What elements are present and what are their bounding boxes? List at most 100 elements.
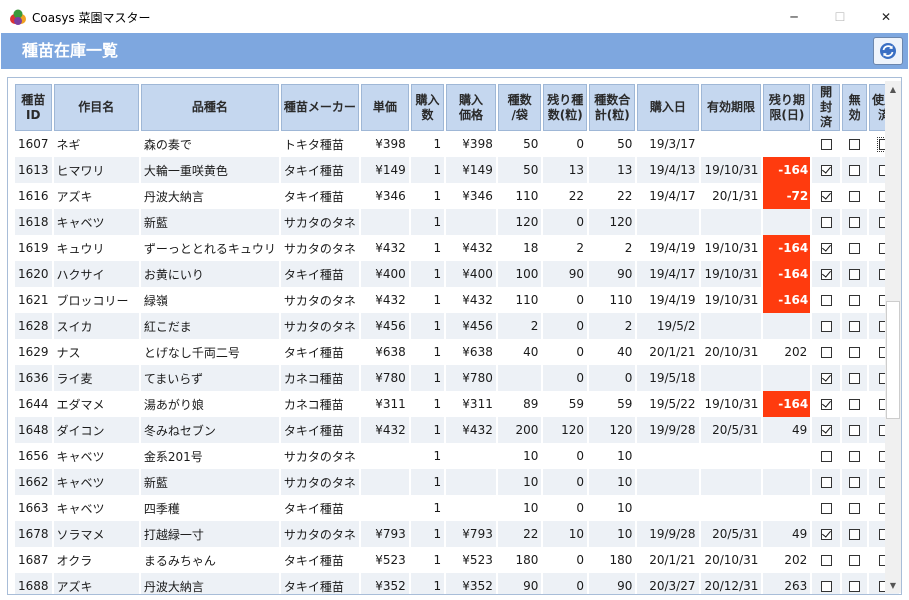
opened-checkbox[interactable] [820,321,832,332]
column-header[interactable]: 残り種 数(粒) [543,84,588,131]
column-header[interactable]: 有効期限 [700,84,762,131]
table-row[interactable]: 1616 アズキ 丹波大納言 タキイ種苗 ¥346 1 ¥346 110 22 22 19/4/17… [15,183,899,209]
invalid-checkbox[interactable] [849,529,861,540]
invalid-checkbox[interactable] [849,191,861,202]
vertical-scrollbar[interactable]: ▲ ▼ [885,81,901,593]
column-header[interactable]: 購入 数 [410,84,445,131]
column-header[interactable]: 単価 [360,84,409,131]
opened-checkbox[interactable] [820,477,832,488]
table-row[interactable]: 1636 ライ麦 てまいらず カネコ種苗 ¥780 1 ¥780 0 0 19/5/18 [15,365,899,391]
column-header[interactable]: 残り期 限(日) [763,84,811,131]
minimize-button[interactable]: ─ [771,0,817,33]
cell-invalid [842,131,867,157]
column-header[interactable]: 種苗 ID [15,84,52,131]
cell-days-left: 263 [763,573,811,594]
cell-seeds-per-bag: 180 [515,553,539,567]
cell-expiry-date: 20/10/31 [704,345,759,359]
opened-checkbox[interactable] [820,347,832,358]
opened-checkbox[interactable] [820,295,832,306]
column-header[interactable]: 種数合 計(粒) [589,84,636,131]
cell-cost [446,443,496,469]
invalid-checkbox[interactable] [849,321,861,332]
opened-checkbox[interactable] [820,399,832,410]
opened-checkbox[interactable] [820,165,832,176]
invalid-checkbox[interactable] [849,217,861,228]
cell-expiry-date: 20/1/31 [712,189,759,203]
table-row[interactable]: 1687 オクラ まるみちゃん タキイ種苗 ¥523 1 ¥523 180 0 180 20/1/2… [15,547,899,573]
invalid-checkbox[interactable] [849,243,861,254]
table-row[interactable]: 1656 キャベツ 金系201号 サカタのタネ 1 10 0 10 [15,443,899,469]
cell-variety: 緑嶺 [143,293,168,308]
table-row[interactable]: 1618 キャベツ 新藍 サカタのタネ 1 120 0 120 [15,209,899,235]
scroll-up-icon[interactable]: ▲ [885,81,901,97]
invalid-checkbox[interactable] [849,399,861,410]
invalid-checkbox[interactable] [849,373,861,384]
invalid-checkbox[interactable] [849,555,861,566]
cell-cost: ¥432 [462,293,493,307]
table-row[interactable]: 1678 ソラマメ 打越緑一寸 サカタのタネ ¥793 1 ¥793 22 10 10 19/9/2… [15,521,899,547]
invalid-checkbox[interactable] [849,269,861,280]
invalid-checkbox[interactable] [849,477,861,488]
opened-checkbox[interactable] [820,581,832,592]
cell-invalid [842,469,868,495]
invalid-checkbox[interactable] [849,425,861,436]
cell-remaining-seeds: 10 [543,521,588,547]
column-header[interactable]: 購入 価格 [446,84,496,131]
cell-crop: ナス [56,345,81,360]
invalid-checkbox[interactable] [849,581,861,592]
column-header[interactable]: 種苗メーカー [280,84,359,131]
cell-remaining-seeds: 0 [543,209,588,235]
opened-checkbox[interactable] [820,191,832,202]
table-row[interactable]: 1607 ネギ 森の奏で トキタ種苗 ¥398 1 ¥398 50 0 50 19/3/17 [15,131,899,157]
opened-checkbox[interactable] [820,451,832,462]
close-button[interactable]: ✕ [863,0,909,33]
cell-total-seeds: 90 [589,261,636,287]
opened-checkbox[interactable] [820,529,832,540]
invalid-checkbox[interactable] [849,503,861,514]
column-header[interactable]: 種数 /袋 [497,84,542,131]
table-row[interactable]: 1688 アズキ 丹波大納言 タキイ種苗 ¥352 1 ¥352 90 0 90 20/3/27 20… [15,573,899,594]
cell-purchase-date [637,469,699,495]
opened-checkbox[interactable] [820,503,832,514]
cell-purchase-date: 19/9/28 [637,417,699,443]
opened-checkbox[interactable] [820,555,832,566]
column-header[interactable]: 品種名 [140,84,279,131]
opened-checkbox[interactable] [820,217,832,228]
scroll-thumb[interactable] [886,301,900,419]
table-row[interactable]: 1644 エダマメ 湯あがり娘 カネコ種苗 ¥311 1 ¥311 89 59 59 19/5/22… [15,391,899,417]
opened-checkbox[interactable] [820,425,832,436]
table-row[interactable]: 1619 キュウリ ずーっととれるキュウリ サカタのタネ ¥432 1 ¥432 18 2 2 19… [15,235,899,261]
column-header[interactable]: 無 効 [842,84,868,131]
column-header[interactable]: 購入日 [637,84,699,131]
invalid-checkbox[interactable] [849,451,861,462]
column-header-label: 種苗 ID [21,92,46,122]
opened-checkbox[interactable] [820,139,832,150]
opened-checkbox[interactable] [820,373,832,384]
opened-checkbox[interactable] [820,243,832,254]
column-header[interactable]: 開封 済 [812,84,841,131]
scroll-down-icon[interactable]: ▼ [885,577,901,593]
page-title: 種苗在庫一覧 [22,41,119,60]
cell-crop: キャベツ [56,501,105,516]
cell-seeds-per-bag: 100 [497,261,542,287]
table-row[interactable]: 1663 キャベツ 四季穫 タキイ種苗 1 10 0 10 [15,495,899,521]
cell-maker: サカタのタネ [283,293,356,308]
window-title: Coasys 菜園マスター [32,11,151,25]
column-header[interactable]: 作目名 [53,84,139,131]
table-row[interactable]: 1628 スイカ 紅こだま サカタのタネ ¥456 1 ¥456 2 0 2 19/5/2 [15,313,899,339]
table-row[interactable]: 1621 ブロッコリー 緑嶺 サカタのタネ ¥432 1 ¥432 110 0 110 19/4/1… [15,287,899,313]
invalid-checkbox[interactable] [849,295,861,306]
invalid-checkbox[interactable] [849,165,861,176]
invalid-checkbox[interactable] [849,139,861,150]
table-row[interactable]: 1620 ハクサイ お黄にいり タキイ種苗 ¥400 1 ¥400 100 90 90 19/4/1… [15,261,899,287]
refresh-button[interactable] [873,37,903,65]
table-row[interactable]: 1648 ダイコン 冬みねセブン タキイ種苗 ¥432 1 ¥432 200 120 120 19/… [15,417,899,443]
opened-checkbox[interactable] [820,269,832,280]
invalid-checkbox[interactable] [849,347,861,358]
table-row[interactable]: 1613 ヒマワリ 大輪一重咲黄色 タキイ種苗 ¥149 1 ¥149 50 13 13 19/4/… [15,157,899,183]
table-row[interactable]: 1629 ナス とげなし千両二号 タキイ種苗 ¥638 1 ¥638 40 0 40 20/1/21… [15,339,899,365]
cell-seeds-per-bag: 110 [515,189,539,203]
maximize-button[interactable]: ☐ [817,0,863,33]
table-row[interactable]: 1662 キャベツ 新藍 サカタのタネ 1 10 0 10 [15,469,899,495]
column-header-label: 作目名 [78,100,115,114]
